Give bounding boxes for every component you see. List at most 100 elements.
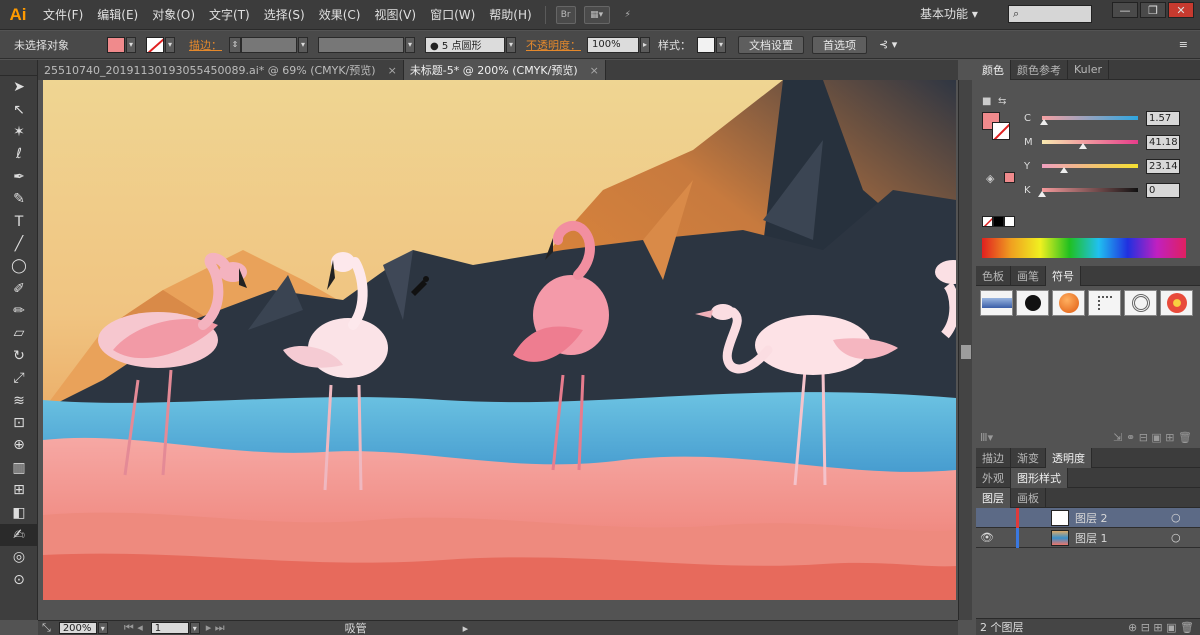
- tab-gradient[interactable]: 渐变: [1011, 447, 1046, 468]
- menu-object[interactable]: 对象(O): [145, 6, 202, 23]
- visibility-icon[interactable]: [976, 511, 998, 524]
- page-field[interactable]: 1: [150, 622, 189, 634]
- close-button[interactable]: ✕: [1168, 2, 1194, 18]
- layer-row-1[interactable]: 👁 图层 1 ○: [976, 527, 1200, 548]
- opacity-field[interactable]: 100%: [587, 36, 639, 53]
- layer-actions-icon[interactable]: ⊕ ⊟ ⊞ ▣ 🗑: [1128, 621, 1194, 634]
- cyan-slider-knob[interactable]: [1040, 119, 1048, 125]
- stroke-dropdown[interactable]: ▾: [165, 36, 175, 53]
- color-spectrum[interactable]: [982, 238, 1186, 258]
- none-swatch[interactable]: [982, 216, 993, 227]
- stroke-weight-field[interactable]: [241, 36, 297, 53]
- style-swatch[interactable]: [697, 36, 715, 53]
- tab-artboards[interactable]: 画板: [1011, 487, 1046, 508]
- magenta-value[interactable]: 41.18: [1146, 134, 1180, 150]
- cyan-slider[interactable]: [1042, 116, 1138, 120]
- fill-swatch[interactable]: [107, 36, 125, 53]
- zoom-dropdown[interactable]: ▾: [97, 622, 108, 634]
- tab-document-2[interactable]: 未标题-5* @ 200% (CMYK/预览) ×: [403, 60, 606, 80]
- eraser-tool-icon[interactable]: ▱: [0, 322, 38, 344]
- visibility-icon[interactable]: 👁: [976, 531, 998, 544]
- variable-width-dropdown[interactable]: ▾: [405, 36, 415, 53]
- brush-field[interactable]: ● 5 点圆形: [425, 36, 505, 53]
- symbol-orange-button[interactable]: [1052, 290, 1085, 316]
- style-dropdown[interactable]: ▾: [716, 36, 726, 53]
- black-swatch[interactable]: [993, 216, 1004, 227]
- line-tool-icon[interactable]: ╱: [0, 233, 38, 255]
- ellipse-tool-icon[interactable]: ◯: [0, 255, 38, 277]
- menu-select[interactable]: 选择(S): [257, 6, 312, 23]
- close-tab-icon[interactable]: ×: [590, 64, 599, 77]
- tab-symbols[interactable]: 符号: [1046, 265, 1081, 286]
- next-page-icon[interactable]: ▸ ⏭: [206, 621, 225, 635]
- layer-name[interactable]: 图层 1: [1075, 530, 1171, 546]
- tab-graphic-styles[interactable]: 图形样式: [1011, 467, 1068, 488]
- selection-tool-icon[interactable]: ➤: [0, 76, 38, 98]
- type-tool-icon[interactable]: T: [0, 210, 38, 232]
- opacity-dropdown[interactable]: ▸: [640, 36, 650, 53]
- mesh-tool-icon[interactable]: ⊞: [0, 479, 38, 501]
- opacity-label[interactable]: 不透明度：: [526, 37, 581, 53]
- stroke-swatch[interactable]: [146, 36, 164, 53]
- graph-tool-icon[interactable]: ▥: [0, 457, 38, 479]
- tab-color-guide[interactable]: 颜色参考: [1011, 59, 1068, 80]
- restore-button[interactable]: ❐: [1140, 2, 1166, 18]
- menu-effect[interactable]: 效果(C): [312, 6, 368, 23]
- eyedropper-tool-icon[interactable]: ✍: [0, 523, 38, 547]
- black-value[interactable]: 0: [1146, 182, 1180, 198]
- black-slider[interactable]: [1042, 188, 1138, 192]
- white-swatch[interactable]: [1004, 216, 1015, 227]
- document-setup-button[interactable]: 文档设置: [738, 35, 804, 54]
- symbol-sprayer-tool-icon[interactable]: ⊙: [0, 569, 38, 591]
- lasso-tool-icon[interactable]: ℓ: [0, 143, 38, 165]
- rotate-tool-icon[interactable]: ↻: [0, 345, 38, 367]
- menu-view[interactable]: 视图(V): [367, 6, 423, 23]
- pen-tool-icon[interactable]: ✒: [0, 166, 38, 188]
- tools-grip[interactable]: [0, 60, 37, 76]
- symbol-ink-splat[interactable]: [1016, 290, 1049, 316]
- fill-dropdown[interactable]: ▾: [126, 36, 136, 53]
- tab-swatches[interactable]: 色板: [976, 265, 1011, 286]
- yellow-slider[interactable]: [1042, 164, 1138, 168]
- artboard-canvas[interactable]: [43, 80, 956, 600]
- menu-window[interactable]: 窗口(W): [423, 6, 482, 23]
- stroke-stepper[interactable]: ⇕: [229, 36, 241, 53]
- status-menu-icon[interactable]: ▸: [463, 622, 469, 635]
- zoom-field[interactable]: 200%: [58, 622, 97, 634]
- tab-stroke[interactable]: 描边: [976, 447, 1011, 468]
- scroll-thumb[interactable]: [961, 345, 971, 359]
- close-tab-icon[interactable]: ×: [388, 64, 397, 77]
- stroke-label[interactable]: 描边：: [189, 37, 222, 53]
- magic-wand-tool-icon[interactable]: ✶: [0, 121, 38, 143]
- tab-layers[interactable]: 图层: [976, 487, 1011, 508]
- layer-target-icon[interactable]: ○: [1171, 531, 1181, 544]
- symbol-flower[interactable]: [1160, 290, 1193, 316]
- scale-tool-icon[interactable]: ⤢: [0, 367, 38, 389]
- search-input[interactable]: ⌕: [1008, 5, 1092, 23]
- page-dropdown[interactable]: ▾: [189, 622, 200, 634]
- symbol-actions-icon[interactable]: ⇲ ⚭ ⊟ ▣ ⊞ 🗑: [1113, 431, 1192, 444]
- pencil-tool-icon[interactable]: ✏: [0, 300, 38, 322]
- warp-tool-icon[interactable]: ≋: [0, 389, 38, 411]
- tab-color[interactable]: 颜色: [976, 59, 1011, 80]
- symbol-blue-banner[interactable]: [980, 290, 1013, 316]
- minimize-button[interactable]: —: [1112, 2, 1138, 18]
- gradient-tool-icon[interactable]: ◧: [0, 501, 38, 523]
- stroke-weight-dropdown[interactable]: ▾: [298, 36, 308, 53]
- workspace-switcher[interactable]: 基本功能 ▾: [920, 5, 978, 22]
- curvature-tool-icon[interactable]: ✎: [0, 188, 38, 210]
- black-slider-knob[interactable]: [1038, 191, 1046, 197]
- isolation-icon[interactable]: ⊰ ▾: [879, 38, 897, 51]
- first-page-icon[interactable]: ⏮ ◂: [124, 621, 143, 635]
- direct-selection-tool-icon[interactable]: ↖: [0, 98, 38, 120]
- magenta-slider[interactable]: [1042, 140, 1138, 144]
- yellow-slider-knob[interactable]: [1060, 167, 1068, 173]
- menu-type[interactable]: 文字(T): [202, 6, 257, 23]
- free-transform-tool-icon[interactable]: ⊡: [0, 412, 38, 434]
- tab-document-1[interactable]: 25510740_20191130193055450089.ai* @ 69% …: [38, 60, 404, 80]
- preferences-button[interactable]: 首选项: [812, 35, 867, 54]
- paintbrush-tool-icon[interactable]: ✐: [0, 278, 38, 300]
- variable-width-field[interactable]: [318, 36, 404, 53]
- symbol-library-icon[interactable]: Ⅲ▾: [980, 431, 993, 444]
- panel-menu-icon[interactable]: ≡: [1179, 38, 1188, 51]
